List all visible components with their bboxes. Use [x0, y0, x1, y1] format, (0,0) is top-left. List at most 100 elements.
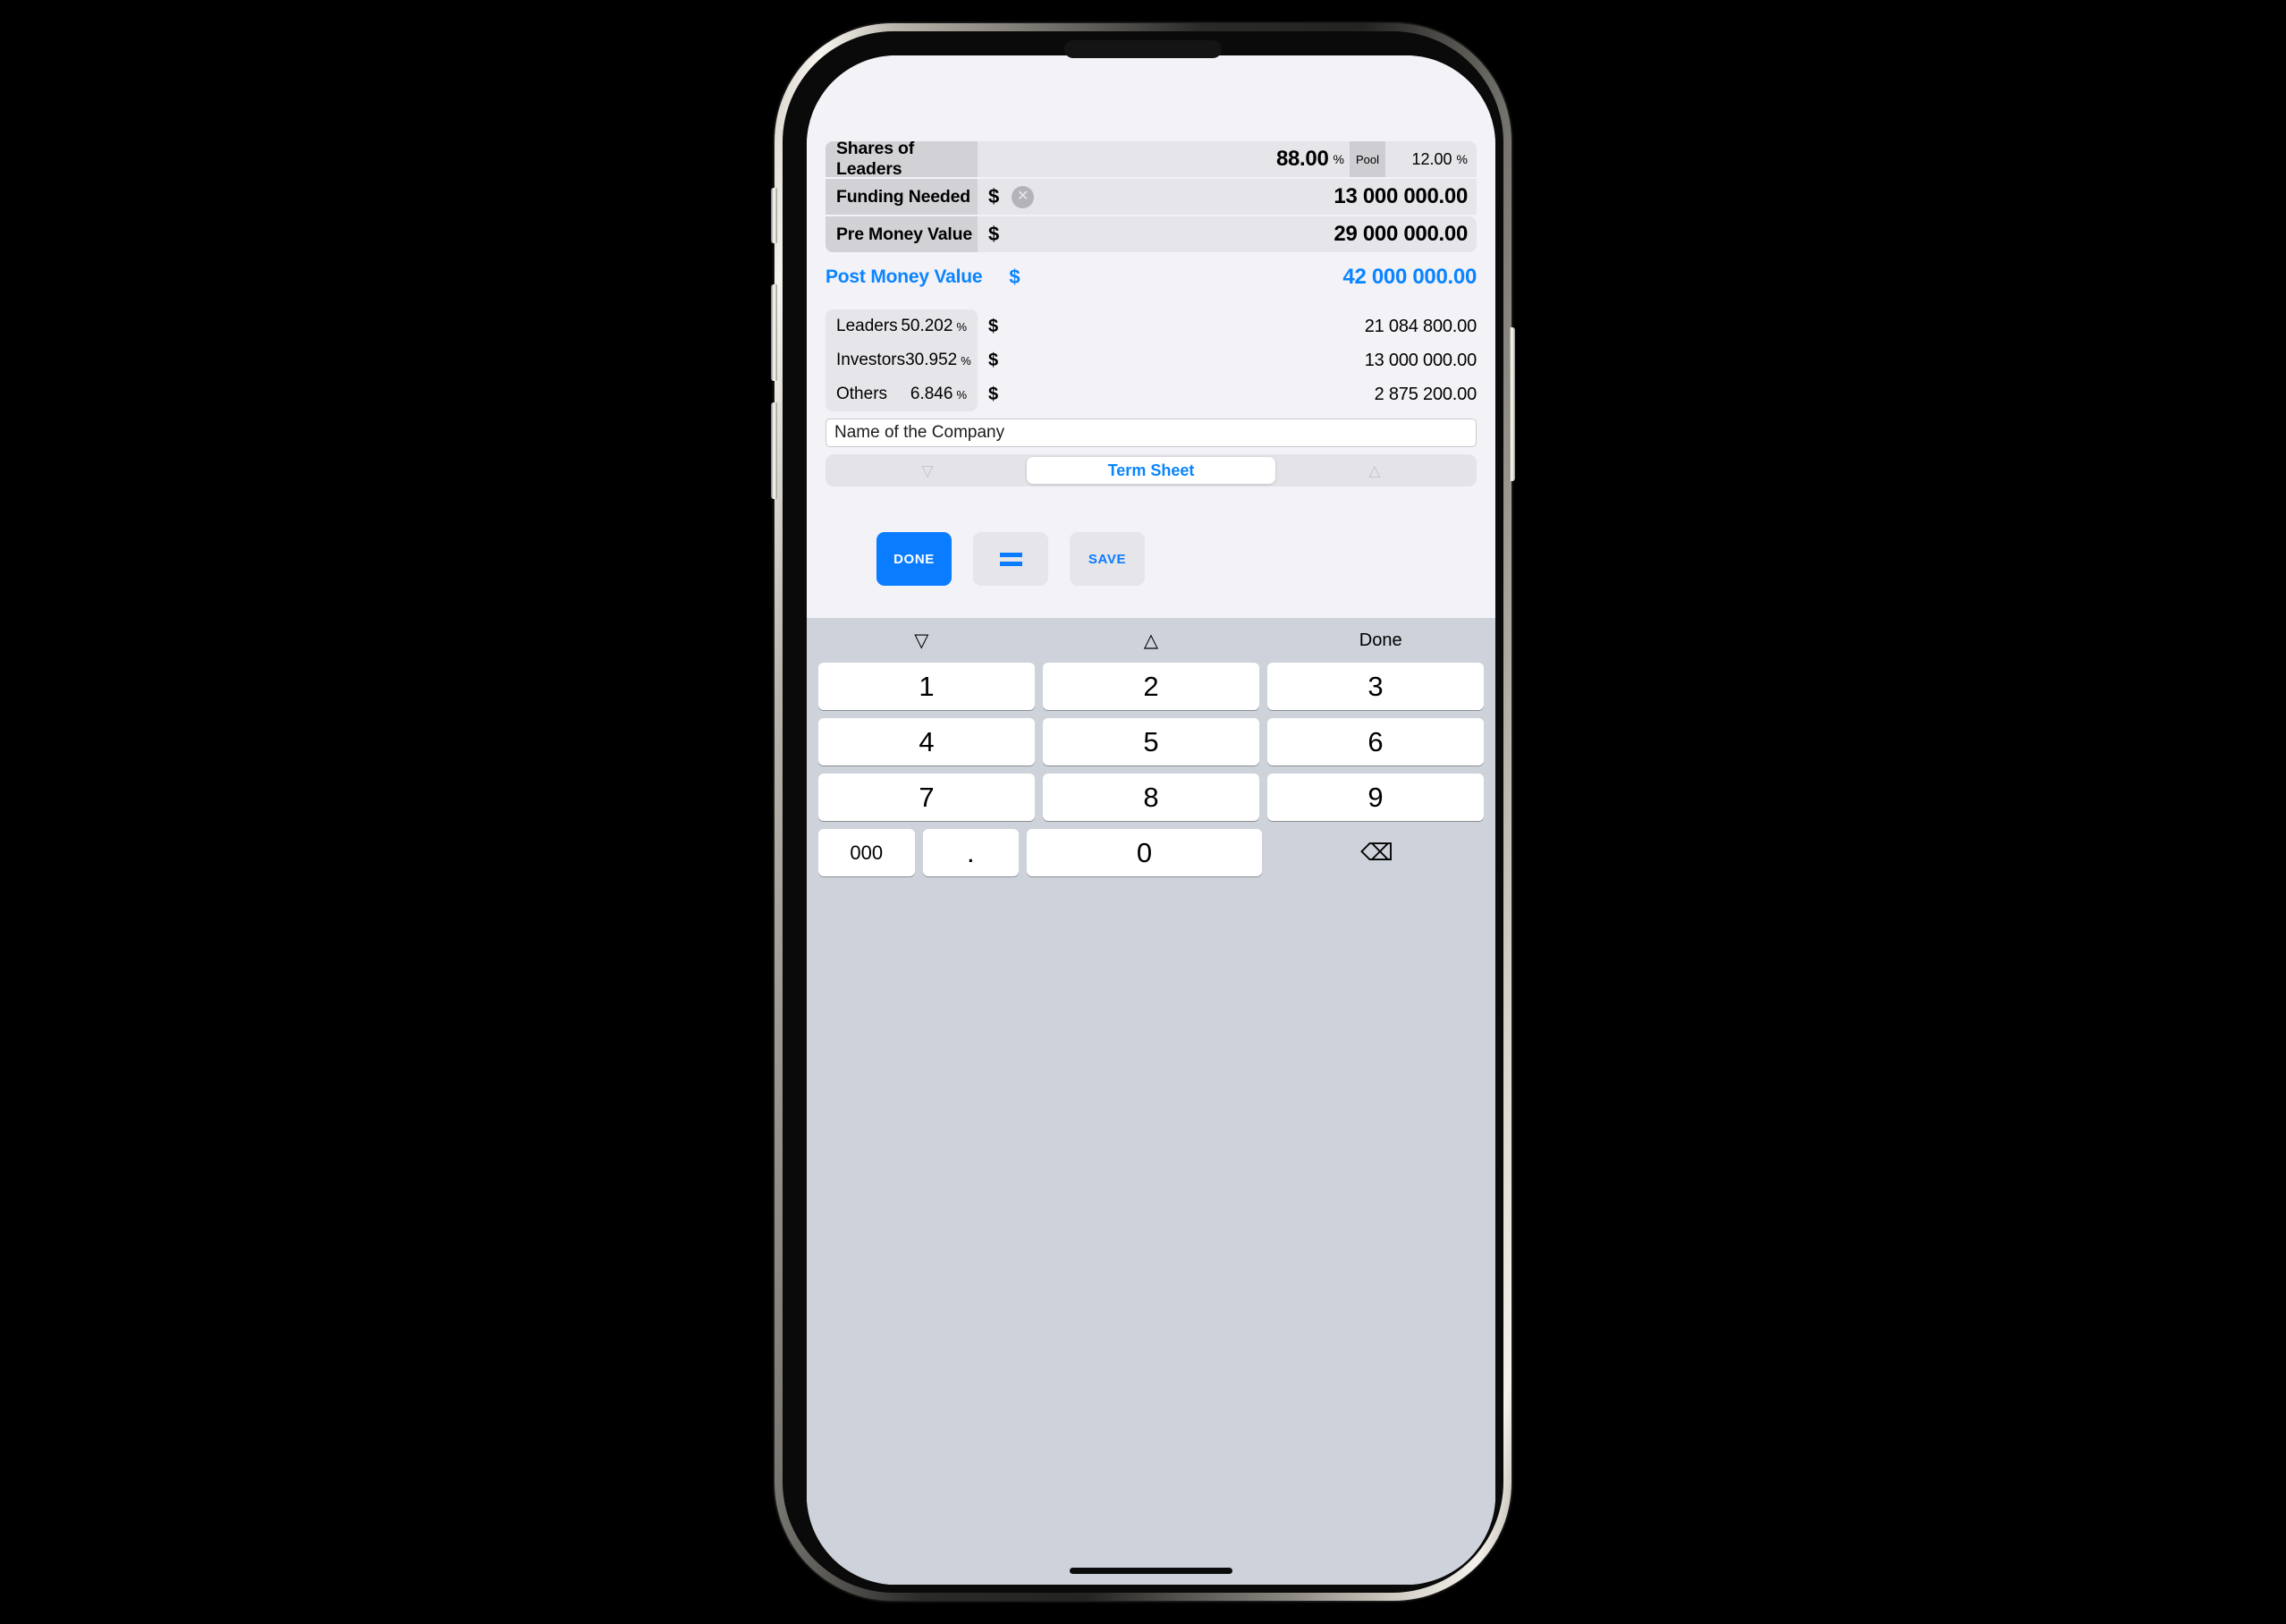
shares-of-leaders-label: Shares of Leaders	[826, 139, 978, 179]
numeric-keyboard: ▽ △ Done 1 2 3 4 5 6 7 8 9 000 . 0 ⌫	[807, 618, 1495, 1585]
keypad-row: 1 2 3	[818, 663, 1484, 710]
home-indicator	[1070, 1568, 1232, 1574]
keyboard-toolbar: ▽ △ Done	[807, 618, 1495, 663]
post-money-value: 42 000 000.00	[1342, 265, 1477, 289]
pre-money-value: 29 000 000.00	[1334, 222, 1468, 246]
pool-unit: %	[1456, 152, 1468, 166]
pool-value-field[interactable]: 12.00 %	[1385, 141, 1477, 177]
key-triple-zero[interactable]: 000	[818, 829, 915, 876]
others-name: Others	[836, 385, 888, 403]
investors-name: Investors	[836, 351, 906, 369]
key-2[interactable]: 2	[1043, 663, 1259, 710]
company-name-input[interactable]: Name of the Company	[826, 419, 1477, 447]
clear-circle-icon[interactable]: ✕	[1012, 185, 1035, 208]
key-7[interactable]: 7	[818, 774, 1035, 821]
triangle-down-icon: ▽	[921, 461, 934, 479]
pool-label: Pool	[1349, 141, 1385, 177]
leaders-name: Leaders	[836, 317, 898, 335]
investors-currency: $	[988, 350, 999, 370]
funding-needed-label: Funding Needed	[826, 179, 978, 215]
phone-bezel: Shares of Leaders 88.00 % Pool 12.00 % F…	[783, 31, 1503, 1593]
phone-device: Shares of Leaders 88.00 % Pool 12.00 % F…	[771, 23, 1515, 1601]
investors-percent-cell[interactable]: Investors 30.952 %	[826, 343, 978, 377]
triangle-up-icon: △	[1143, 630, 1159, 651]
inputs-grid: Shares of Leaders 88.00 % Pool 12.00 % F…	[826, 139, 1477, 252]
done-button-label: DONE	[893, 551, 935, 567]
done-button[interactable]: DONE	[876, 532, 952, 586]
key-0[interactable]: 0	[1027, 829, 1262, 876]
volume-down-button[interactable]	[771, 402, 777, 499]
pre-money-value-label: Pre Money Value	[826, 216, 978, 252]
funding-needed-currency: $	[988, 185, 1000, 207]
investors-percent: 30.952	[905, 351, 958, 369]
leaders-amount: 21 084 800.00	[1364, 316, 1477, 336]
leaders-percent: 50.202	[901, 317, 953, 335]
equals-icon	[999, 552, 1022, 566]
row-shares-of-leaders: Shares of Leaders 88.00 % Pool 12.00 %	[826, 139, 1477, 179]
backspace-icon: ⌫	[1360, 839, 1393, 866]
volume-up-button[interactable]	[771, 284, 777, 381]
segment-term-sheet-button[interactable]: Term Sheet	[1027, 457, 1275, 484]
keypad-row: 4 5 6	[818, 718, 1484, 765]
others-percent-cell[interactable]: Others 6.846 %	[826, 377, 978, 411]
others-amount: 2 875 200.00	[1374, 384, 1477, 404]
segment-next-button[interactable]: △	[1275, 457, 1474, 484]
equals-button[interactable]	[973, 532, 1048, 586]
segment-prev-button[interactable]: ▽	[828, 457, 1027, 484]
investors-amount: 13 000 000.00	[1364, 350, 1477, 370]
pool-value: 12.00	[1411, 149, 1452, 168]
triangle-down-icon: ▽	[914, 630, 929, 651]
keyboard-next-field-button[interactable]: △	[1037, 630, 1266, 652]
post-money-currency: $	[1009, 266, 1020, 288]
table-row: Others 6.846 % $ 2 875 200.00	[826, 377, 1477, 411]
investors-percent-symbol: %	[961, 353, 971, 368]
keyboard-done-button[interactable]: Done	[1266, 630, 1495, 651]
leaders-currency: $	[988, 316, 999, 336]
keyboard-done-label: Done	[1359, 630, 1402, 650]
table-row: Investors 30.952 % $ 13 000 000.00	[826, 343, 1477, 377]
row-funding-needed: Funding Needed $ ✕ 13 000 000.00	[826, 179, 1477, 215]
pre-money-value-field[interactable]: $ 29 000 000.00	[978, 216, 1477, 252]
post-money-row: Post Money Value $ 42 000 000.00	[826, 265, 1477, 290]
key-4[interactable]: 4	[818, 718, 1035, 765]
funding-needed-value: 13 000 000.00	[1334, 184, 1468, 208]
leaders-percent-symbol: %	[956, 319, 967, 334]
action-button-row: DONE SAVE	[826, 532, 1477, 586]
phone-screen: Shares of Leaders 88.00 % Pool 12.00 % F…	[807, 55, 1495, 1585]
save-button-label: SAVE	[1088, 551, 1127, 567]
key-backspace[interactable]: ⌫	[1270, 829, 1484, 876]
table-row: Leaders 50.202 % $ 21 084 800.00	[826, 309, 1477, 343]
key-1[interactable]: 1	[818, 663, 1035, 710]
dynamic-island	[1064, 40, 1222, 58]
keypad: 1 2 3 4 5 6 7 8 9 000 . 0 ⌫	[807, 663, 1495, 876]
leaders-percent-cell[interactable]: Leaders 50.202 %	[826, 309, 978, 343]
post-money-label: Post Money Value	[826, 266, 983, 287]
key-6[interactable]: 6	[1267, 718, 1484, 765]
action-button[interactable]	[771, 188, 777, 243]
key-9[interactable]: 9	[1267, 774, 1484, 821]
pre-money-currency: $	[988, 223, 1000, 245]
company-name-value: Name of the Company	[834, 423, 1005, 442]
power-button[interactable]	[1509, 327, 1515, 481]
term-sheet-segmented-control: ▽ Term Sheet △	[826, 454, 1477, 486]
key-5[interactable]: 5	[1043, 718, 1259, 765]
key-8[interactable]: 8	[1043, 774, 1259, 821]
shares-of-leaders-field[interactable]: 88.00 %	[978, 141, 1350, 177]
keypad-row: 7 8 9	[818, 774, 1484, 821]
app-root: Shares of Leaders 88.00 % Pool 12.00 % F…	[807, 55, 1495, 1585]
funding-needed-field[interactable]: $ ✕ 13 000 000.00	[978, 179, 1477, 215]
keyboard-prev-field-button[interactable]: ▽	[807, 630, 1037, 652]
others-percent-symbol: %	[956, 387, 967, 402]
term-sheet-label: Term Sheet	[1107, 461, 1195, 479]
ownership-breakdown: Leaders 50.202 % $ 21 084 800.00 Investo…	[826, 309, 1477, 411]
key-decimal[interactable]: .	[922, 829, 1020, 876]
shares-of-leaders-unit: %	[1333, 152, 1344, 166]
row-pre-money-value: Pre Money Value $ 29 000 000.00	[826, 216, 1477, 252]
keypad-row: 000 . 0 ⌫	[818, 829, 1484, 876]
others-percent: 6.846	[910, 385, 953, 403]
others-currency: $	[988, 384, 999, 404]
key-3[interactable]: 3	[1267, 663, 1484, 710]
save-button[interactable]: SAVE	[1070, 532, 1145, 586]
shares-of-leaders-value: 88.00	[1275, 147, 1329, 171]
triangle-up-icon: △	[1368, 461, 1381, 479]
